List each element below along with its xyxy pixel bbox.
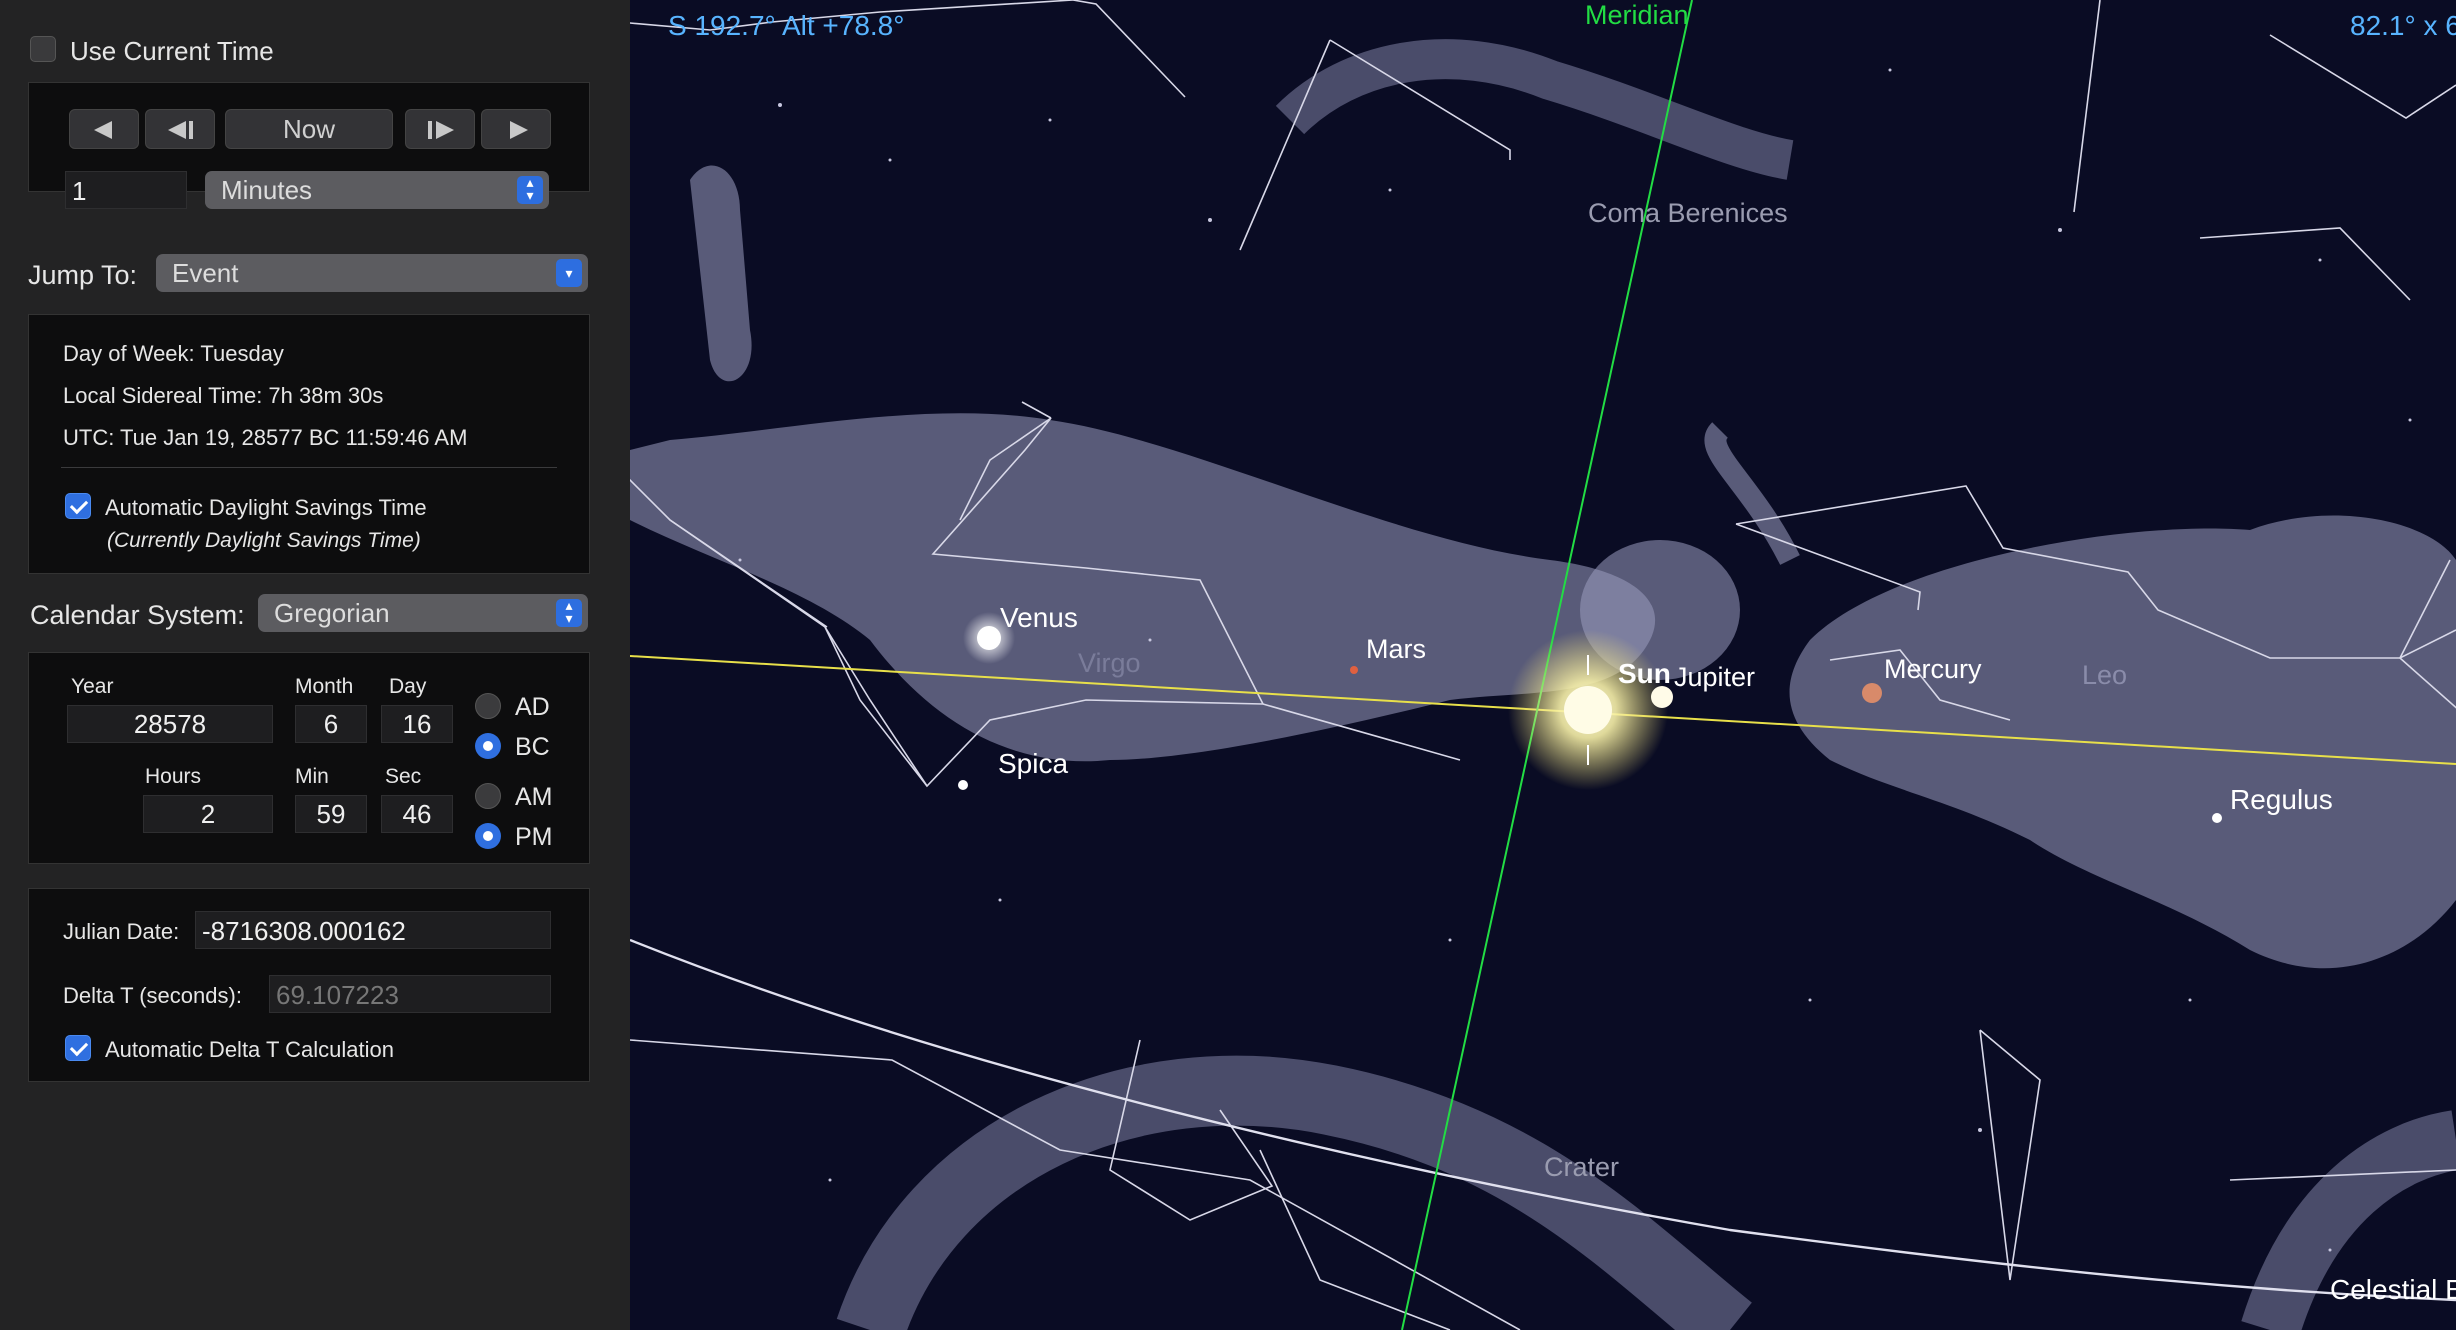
year-label: Year xyxy=(71,675,114,698)
rewind-icon xyxy=(94,121,112,139)
julian-date-label: Julian Date: xyxy=(63,919,180,944)
sidereal-time-text: Local Sidereal Time: 7h 38m 30s xyxy=(63,383,384,408)
day-of-week-text: Day of Week: Tuesday xyxy=(63,341,284,366)
coma-berenices-label: Coma Berenices xyxy=(1588,198,1788,228)
year-input[interactable]: 28578 xyxy=(67,705,273,743)
time-step-box: Now 1 Minutes ▴ ▾ xyxy=(28,82,590,209)
day-label: Day xyxy=(389,675,427,698)
am-radio[interactable] xyxy=(475,783,501,809)
julian-date-input[interactable]: -8716308.000162 xyxy=(195,911,551,949)
mars-label: Mars xyxy=(1366,634,1426,664)
pm-radio[interactable] xyxy=(475,823,501,849)
jump-to-value: Event xyxy=(172,258,239,288)
step-forward-fast-button[interactable] xyxy=(481,109,551,149)
regulus-star[interactable] xyxy=(2212,813,2222,823)
step-forward-button[interactable] xyxy=(405,109,475,149)
step-amount-input[interactable]: 1 xyxy=(65,171,187,209)
chevron-down-icon: ▾ xyxy=(556,259,582,287)
month-label: Month xyxy=(295,675,354,698)
dst-label: Automatic Daylight Savings Time xyxy=(105,495,427,520)
use-current-time-label: Use Current Time xyxy=(70,36,274,66)
now-button[interactable]: Now xyxy=(225,109,393,149)
ad-label: AD xyxy=(515,693,550,721)
sec-label: Sec xyxy=(385,765,422,788)
hours-input[interactable]: 2 xyxy=(143,795,273,833)
bc-radio[interactable] xyxy=(475,733,501,759)
sky-canvas[interactable] xyxy=(630,0,2456,1330)
day-input[interactable]: 16 xyxy=(381,705,453,743)
view-direction-readout: S 192.7° Alt +78.8° xyxy=(668,10,905,41)
virgo-label: Virgo xyxy=(1078,648,1141,678)
divider xyxy=(61,467,557,468)
sec-input[interactable]: 46 xyxy=(381,795,453,833)
calendar-system-label: Calendar System: xyxy=(30,600,245,630)
field-of-view-readout: 82.1° x 6 xyxy=(2350,10,2456,41)
min-input[interactable]: 59 xyxy=(295,795,367,833)
venus-planet[interactable] xyxy=(977,626,1001,650)
jump-to-select[interactable]: Event ▾ xyxy=(156,254,588,292)
step-back-icon xyxy=(168,121,193,139)
hours-label: Hours xyxy=(145,765,202,788)
step-unit-select[interactable]: Minutes ▴ ▾ xyxy=(205,171,549,209)
jupiter-label: Jupiter xyxy=(1674,662,1756,692)
jump-to-label: Jump To: xyxy=(28,260,138,290)
regulus-label: Regulus xyxy=(2230,784,2333,815)
dst-checkbox[interactable] xyxy=(65,493,91,519)
mars-planet[interactable] xyxy=(1350,666,1358,674)
delta-t-input[interactable]: 69.107223 xyxy=(269,975,551,1013)
calendar-system-select[interactable]: Gregorian ▴ ▾ xyxy=(258,594,588,632)
auto-delta-t-label: Automatic Delta T Calculation xyxy=(105,1037,394,1062)
leo-label: Leo xyxy=(2082,660,2128,690)
calendar-system-value: Gregorian xyxy=(274,598,390,628)
date-time-box: Year Month Day 28578 6 16 AD BC Hours Mi… xyxy=(28,652,590,864)
use-current-time-checkbox[interactable] xyxy=(30,36,56,62)
mercury-planet[interactable] xyxy=(1862,683,1882,703)
dst-note: (Currently Daylight Savings Time) xyxy=(107,529,421,552)
time-control-panel: Use Current Time Now 1 Minutes ▴ ▾ Jump T… xyxy=(0,0,630,1330)
delta-t-label: Delta T (seconds): xyxy=(63,983,242,1008)
am-label: AM xyxy=(515,783,553,811)
mercury-label: Mercury xyxy=(1884,654,1982,684)
sky-view[interactable]: S 192.7° Alt +78.8° 82.1° x 6 Meridian C… xyxy=(630,0,2456,1330)
julian-date-box: Julian Date: -8716308.000162 Delta T (se… xyxy=(28,888,590,1082)
crater-label: Crater xyxy=(1544,1152,1620,1182)
bc-label: BC xyxy=(515,733,550,761)
step-forward-icon xyxy=(428,121,454,139)
ad-radio[interactable] xyxy=(475,693,501,719)
step-back-fast-button[interactable] xyxy=(69,109,139,149)
spica-label: Spica xyxy=(998,748,1069,779)
sun-label: Sun xyxy=(1618,658,1671,689)
spica-star[interactable] xyxy=(958,780,968,790)
auto-delta-t-checkbox[interactable] xyxy=(65,1035,91,1061)
meridian-label: Meridian xyxy=(1585,0,1689,30)
up-down-chevron-icon: ▴ ▾ xyxy=(517,175,543,204)
time-info-box: Day of Week: Tuesday Local Sidereal Time… xyxy=(28,314,590,574)
step-back-button[interactable] xyxy=(145,109,215,149)
min-label: Min xyxy=(295,765,329,788)
utc-text: UTC: Tue Jan 19, 28577 BC 11:59:46 AM xyxy=(63,425,468,450)
up-down-chevron-icon: ▴ ▾ xyxy=(556,598,582,627)
fast-forward-icon xyxy=(510,121,528,139)
step-unit-value: Minutes xyxy=(221,175,313,205)
celestial-equator-label: Celestial E xyxy=(2330,1274,2456,1305)
pm-label: PM xyxy=(515,823,553,851)
month-input[interactable]: 6 xyxy=(295,705,367,743)
venus-label: Venus xyxy=(1000,602,1078,633)
sun[interactable] xyxy=(1564,686,1612,734)
